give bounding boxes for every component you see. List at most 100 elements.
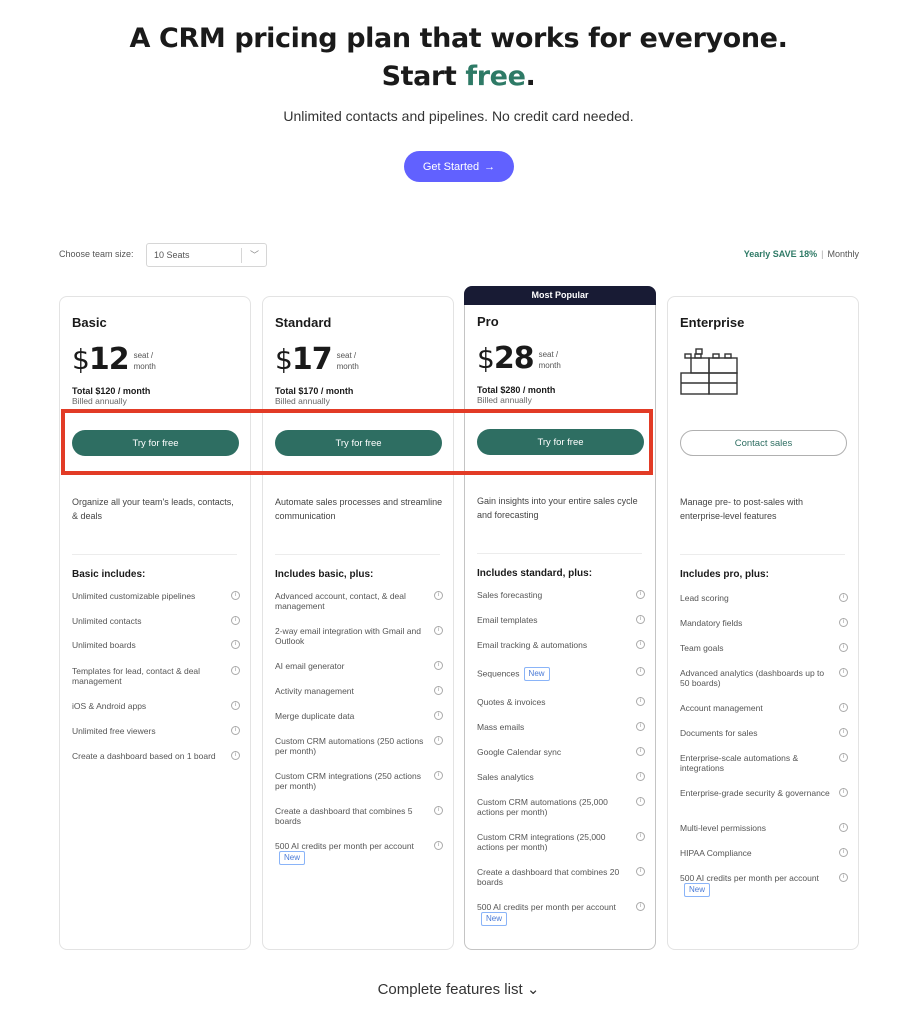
info-icon[interactable]: i xyxy=(434,806,443,815)
plan-price: $12 xyxy=(72,344,130,376)
feature-text: Create a dashboard that combines 5 board… xyxy=(275,806,413,826)
divider xyxy=(275,554,440,555)
feature-item: 500 AI credits per month per accountNew i xyxy=(477,902,645,926)
info-icon[interactable]: i xyxy=(636,772,645,781)
info-icon[interactable]: i xyxy=(231,591,240,600)
feature-item: Custom CRM automations (25,000 actions p… xyxy=(477,797,645,817)
feature-item: Templates for lead, contact & deal manag… xyxy=(72,666,240,686)
billing-yearly-option[interactable]: Yearly SAVE 18% xyxy=(744,249,817,259)
feature-item: 500 AI credits per month per accountNew i xyxy=(680,873,848,897)
info-icon[interactable]: i xyxy=(231,616,240,625)
info-icon[interactable]: i xyxy=(434,686,443,695)
divider xyxy=(72,554,237,555)
info-icon[interactable]: i xyxy=(839,823,848,832)
feature-text: Custom CRM integrations (250 actions per… xyxy=(275,771,421,791)
info-icon[interactable]: i xyxy=(231,751,240,760)
info-icon[interactable]: i xyxy=(636,832,645,841)
contact-sales-button[interactable]: Contact sales xyxy=(680,430,847,456)
info-icon[interactable]: i xyxy=(839,753,848,762)
info-icon[interactable]: i xyxy=(839,643,848,652)
feature-item: Email templates i xyxy=(477,615,645,625)
info-icon[interactable]: i xyxy=(434,711,443,720)
feature-item: Advanced analytics (dashboards up to 50 … xyxy=(680,668,848,688)
title-line-1: A CRM pricing plan that works for everyo… xyxy=(129,23,788,54)
billing-separator: | xyxy=(821,249,824,259)
hero-subtitle: Unlimited contacts and pipelines. No cre… xyxy=(283,108,634,124)
info-icon[interactable]: i xyxy=(636,640,645,649)
info-icon[interactable]: i xyxy=(636,797,645,806)
info-icon[interactable]: i xyxy=(231,640,240,649)
divider xyxy=(680,554,845,555)
info-icon[interactable]: i xyxy=(839,668,848,677)
currency-symbol: $ xyxy=(275,343,293,376)
total-price: Total $280 / month xyxy=(477,385,556,395)
team-size-select[interactable]: 10 Seats ﹀ xyxy=(146,243,267,267)
feature-text: Sequences New xyxy=(477,667,627,681)
info-icon[interactable]: i xyxy=(636,615,645,624)
feature-text: Unlimited boards xyxy=(72,640,136,650)
info-icon[interactable]: i xyxy=(434,771,443,780)
info-icon[interactable]: i xyxy=(839,618,848,627)
info-icon[interactable]: i xyxy=(839,788,848,797)
feature-text: Advanced account, contact, & deal manage… xyxy=(275,591,406,611)
info-icon[interactable]: i xyxy=(231,726,240,735)
feature-item: AI email generator i xyxy=(275,661,443,671)
info-icon[interactable]: i xyxy=(636,697,645,706)
per-seat-label: seat / month xyxy=(133,351,156,371)
info-icon[interactable]: i xyxy=(231,666,240,675)
info-icon[interactable]: i xyxy=(839,703,848,712)
price-value: 28 xyxy=(493,341,535,376)
title-line-2: Start free. xyxy=(0,58,917,96)
plan-price: $28 xyxy=(477,341,535,376)
info-icon[interactable]: i xyxy=(231,701,240,710)
feature-item: Documents for sales i xyxy=(680,728,848,738)
feature-item: Activity management i xyxy=(275,686,443,696)
info-icon[interactable]: i xyxy=(636,667,645,676)
select-divider xyxy=(241,248,242,263)
info-icon[interactable]: i xyxy=(434,841,443,850)
info-icon[interactable]: i xyxy=(434,591,443,600)
includes-heading: Basic includes: xyxy=(72,569,146,580)
feature-text: Create a dashboard based on 1 board xyxy=(72,751,216,761)
price-row: $12 seat / month xyxy=(72,344,164,376)
complete-features-link[interactable]: Complete features list ⌄ xyxy=(0,980,917,998)
info-icon[interactable]: i xyxy=(434,661,443,670)
feature-text-value: 500 AI credits per month per account xyxy=(275,841,414,851)
info-icon[interactable]: i xyxy=(434,626,443,635)
price-value: 17 xyxy=(291,342,333,377)
info-icon[interactable]: i xyxy=(434,736,443,745)
info-icon[interactable]: i xyxy=(839,593,848,602)
feature-item: Custom CRM integrations (25,000 actions … xyxy=(477,832,645,852)
feature-text: Sales analytics xyxy=(477,772,534,782)
feature-item: Unlimited boards i xyxy=(72,640,240,650)
info-icon[interactable]: i xyxy=(839,848,848,857)
feature-item: Mass emails i xyxy=(477,722,645,732)
feature-text: iOS & Android apps xyxy=(72,701,147,711)
divider xyxy=(477,553,642,554)
feature-item: Custom CRM automations (250 actions per … xyxy=(275,736,443,756)
total-price: Total $170 / month xyxy=(275,386,354,396)
billing-monthly-option[interactable]: Monthly xyxy=(827,249,859,259)
feature-text: Create a dashboard that combines 20 boar… xyxy=(477,867,620,887)
info-icon[interactable]: i xyxy=(636,590,645,599)
info-icon[interactable]: i xyxy=(839,728,848,737)
feature-item: Google Calendar sync i xyxy=(477,747,645,757)
feature-item: Multi-level permissions i xyxy=(680,823,848,833)
feature-text: 500 AI credits per month per accountNew xyxy=(275,841,425,865)
info-icon[interactable]: i xyxy=(636,902,645,911)
new-badge: New xyxy=(523,667,550,681)
info-icon[interactable]: i xyxy=(636,722,645,731)
building-blocks-icon xyxy=(680,348,738,395)
feature-text: Unlimited free viewers xyxy=(72,726,156,736)
feature-text: Enterprise-grade security & governance xyxy=(680,788,830,798)
feature-item: Unlimited free viewers i xyxy=(72,726,240,736)
info-icon[interactable]: i xyxy=(839,873,848,882)
feature-item: Enterprise-grade security & governance i xyxy=(680,788,848,798)
info-icon[interactable]: i xyxy=(636,867,645,876)
get-started-button[interactable]: Get Started → xyxy=(404,151,514,182)
info-icon[interactable]: i xyxy=(636,747,645,756)
feature-item: Custom CRM integrations (250 actions per… xyxy=(275,771,443,791)
feature-text: Activity management xyxy=(275,686,354,696)
currency-symbol: $ xyxy=(477,342,495,375)
feature-text: 2-way email integration with Gmail and O… xyxy=(275,626,421,646)
